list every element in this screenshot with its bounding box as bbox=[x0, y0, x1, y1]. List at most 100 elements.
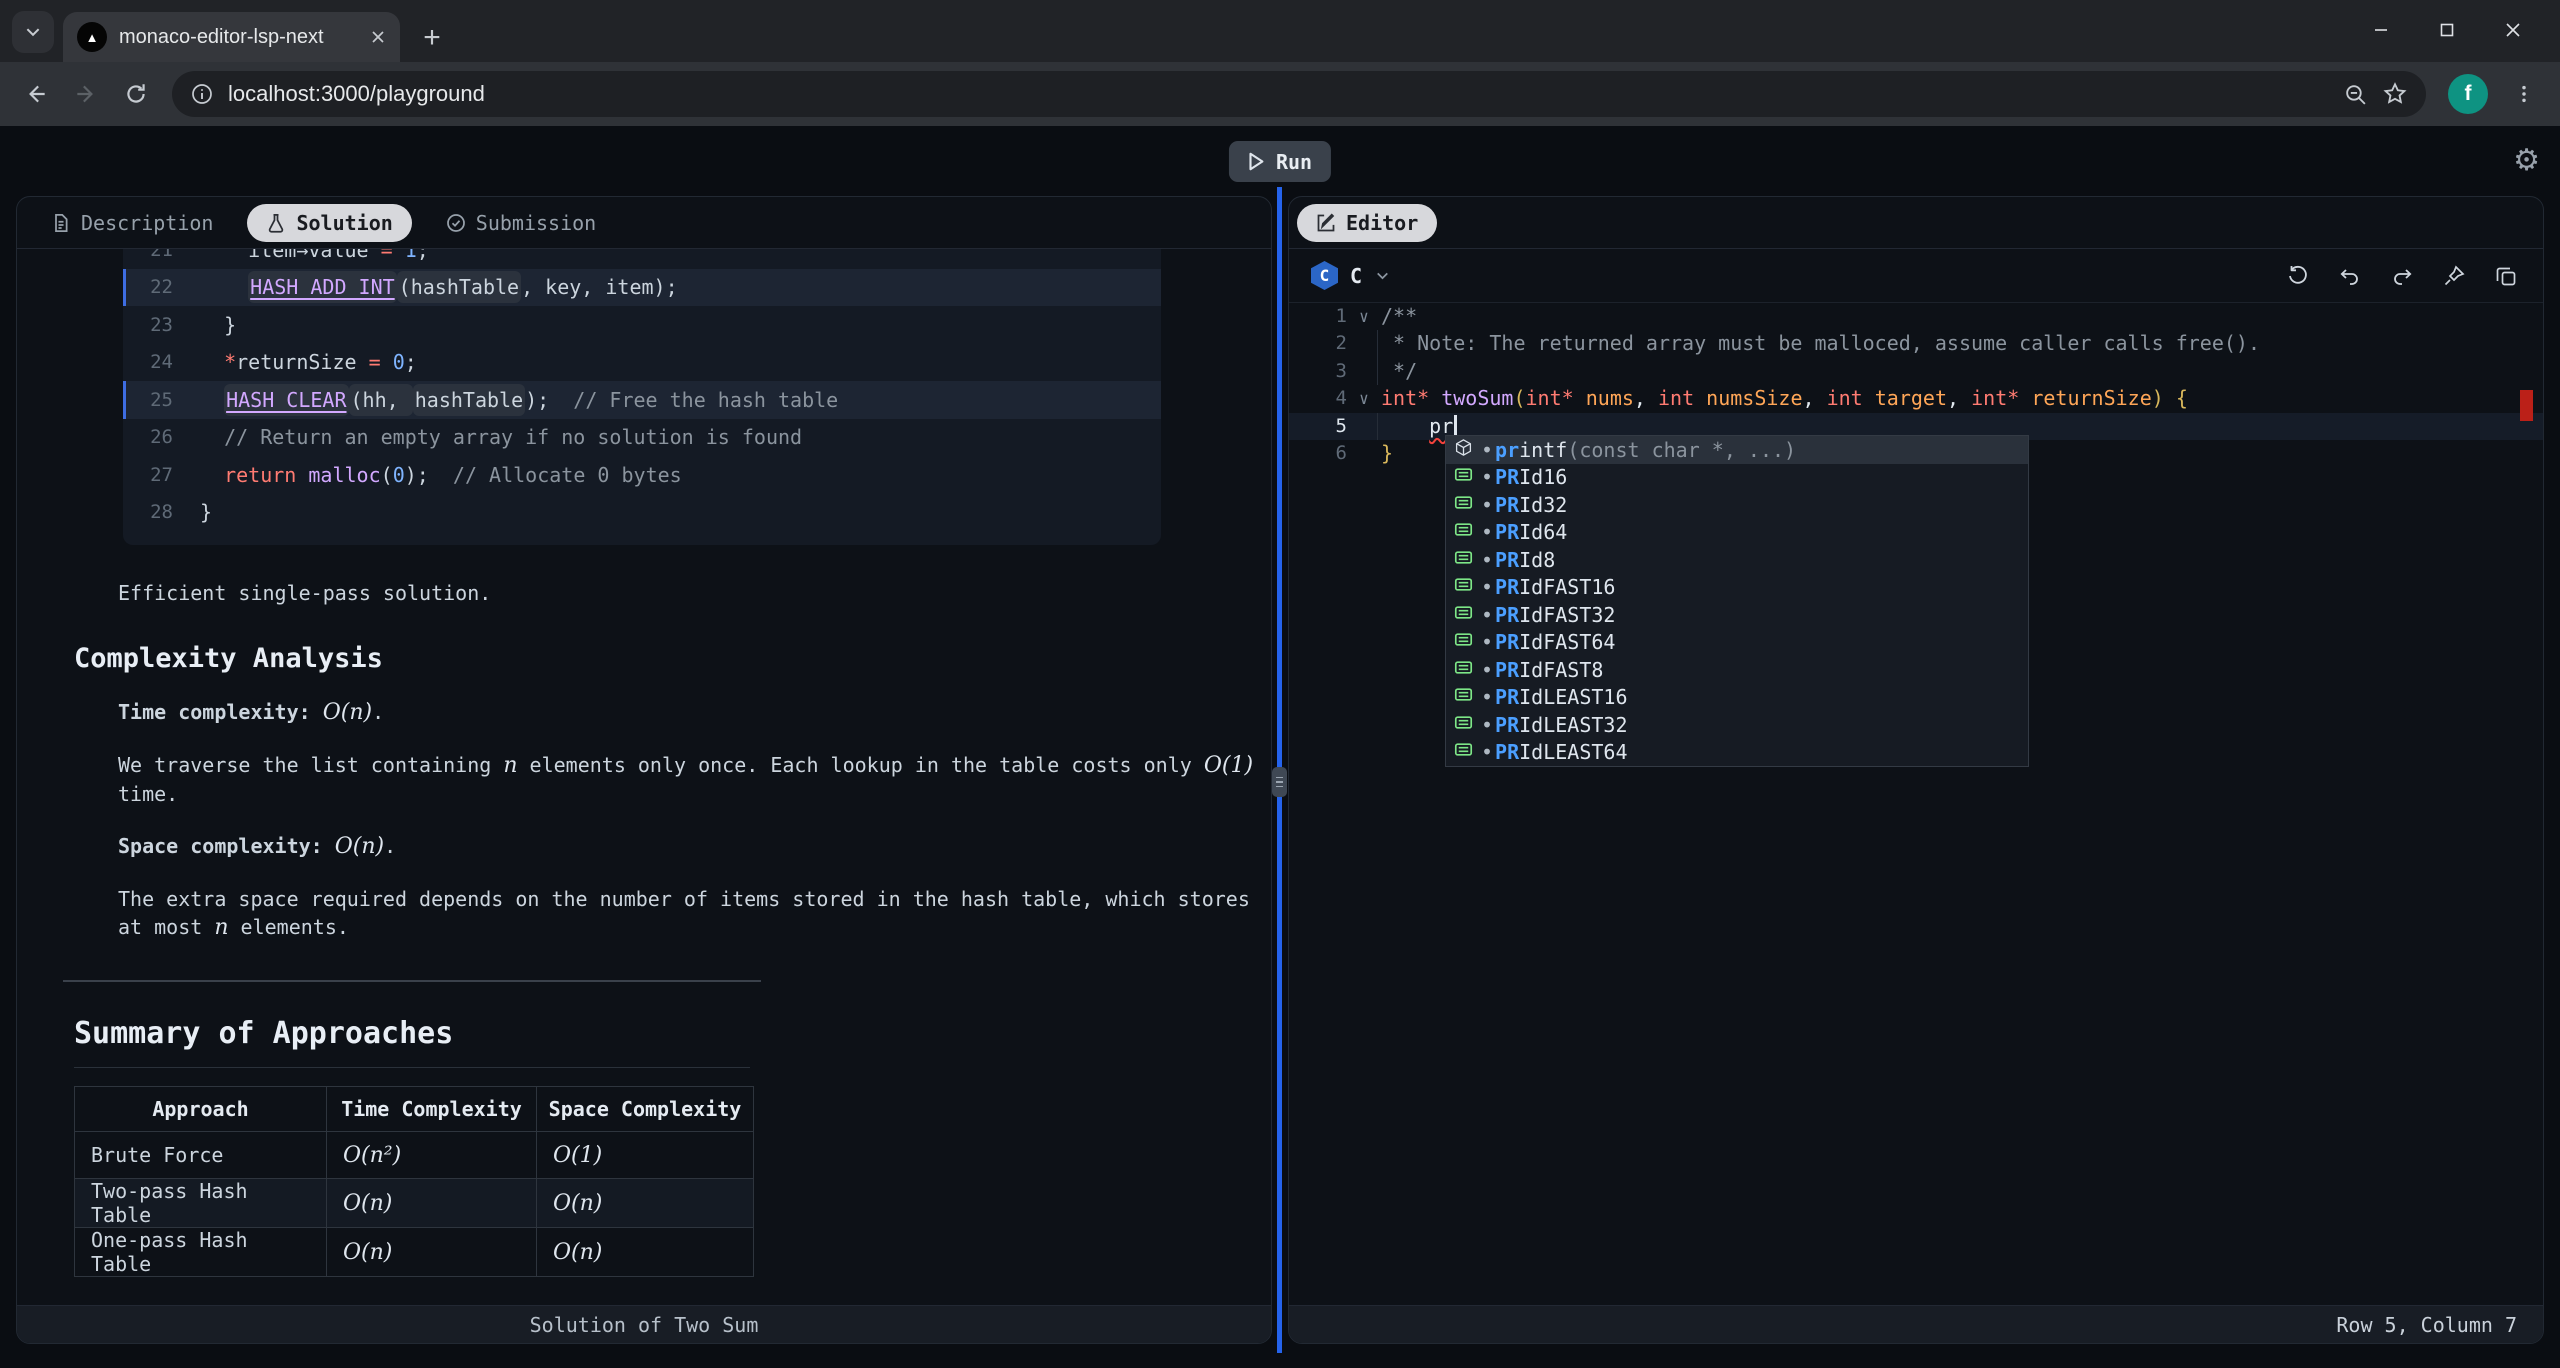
close-button[interactable] bbox=[2480, 6, 2546, 54]
suggestion-label: •PRId32 bbox=[1481, 493, 1567, 517]
error-ruler-marker bbox=[2520, 390, 2533, 421]
site-info-icon[interactable] bbox=[190, 82, 214, 106]
tab-submission[interactable]: Submission bbox=[442, 204, 600, 242]
zoom-out-icon[interactable] bbox=[2343, 82, 2368, 107]
reset-code-button[interactable] bbox=[2285, 263, 2311, 289]
panel-resize-divider[interactable] bbox=[1277, 187, 1282, 1353]
browser-tabstrip: ▲ monaco-editor-lsp-next + bbox=[0, 0, 2560, 62]
divider-rule bbox=[63, 980, 761, 982]
suggestion-label: •PRIdFAST64 bbox=[1481, 630, 1615, 654]
editor-line-number: 5 bbox=[1289, 413, 1347, 440]
suggestion-item[interactable]: •PRIdLEAST32 bbox=[1446, 711, 2028, 739]
url-text[interactable]: localhost:3000/playground bbox=[228, 81, 2329, 107]
forward-icon bbox=[73, 81, 99, 107]
suggestion-label: •PRIdFAST16 bbox=[1481, 575, 1615, 599]
suggestion-item[interactable]: •PRIdFAST8 bbox=[1446, 656, 2028, 684]
constant-icon bbox=[1454, 493, 1473, 517]
suggestion-item[interactable]: •PRIdLEAST16 bbox=[1446, 684, 2028, 712]
undo-button[interactable] bbox=[2337, 263, 2363, 289]
tab-search-button[interactable] bbox=[12, 11, 54, 53]
browser-tab[interactable]: ▲ monaco-editor-lsp-next bbox=[63, 12, 400, 62]
address-bar[interactable]: localhost:3000/playground bbox=[172, 71, 2426, 117]
suggestion-item[interactable]: •PRId32 bbox=[1446, 491, 2028, 519]
redo-button[interactable] bbox=[2389, 263, 2415, 289]
suggestion-item[interactable]: •PRIdFAST32 bbox=[1446, 601, 2028, 629]
copy-code-button[interactable] bbox=[2493, 263, 2519, 289]
document-icon bbox=[51, 213, 71, 233]
format-code-button[interactable] bbox=[2441, 263, 2467, 289]
tab-close-icon[interactable] bbox=[370, 29, 386, 45]
tab-description[interactable]: Description bbox=[47, 204, 217, 242]
summary-heading: Summary of Approaches bbox=[74, 1016, 750, 1068]
table-row: One-pass Hash TableO(n)O(n) bbox=[75, 1228, 754, 1277]
fold-chevron-icon: ∨ bbox=[1347, 385, 1381, 412]
tab-solution-label: Solution bbox=[296, 211, 392, 235]
suggestion-item[interactable]: •PRId8 bbox=[1446, 546, 2028, 574]
suggestion-item[interactable]: •printf(const char *, ...) bbox=[1446, 436, 2028, 464]
screen: { "browser": { "tab_title": "monaco-edit… bbox=[0, 0, 2560, 1368]
browser-menu-button[interactable] bbox=[2502, 72, 2546, 116]
line-number: 23 bbox=[126, 314, 173, 336]
constant-icon bbox=[1454, 575, 1473, 599]
profile-avatar[interactable]: f bbox=[2448, 74, 2488, 114]
suggestion-item[interactable]: •PRIdLEAST64 bbox=[1446, 739, 2028, 767]
back-button[interactable] bbox=[14, 72, 58, 116]
line-number: 26 bbox=[126, 426, 173, 448]
tab-solution[interactable]: Solution bbox=[247, 204, 411, 242]
new-tab-button[interactable]: + bbox=[412, 18, 452, 58]
constant-icon bbox=[1454, 740, 1473, 764]
table-cell: O(n²) bbox=[327, 1132, 537, 1179]
method-icon bbox=[1454, 438, 1473, 462]
table-header-cell: Space Complexity bbox=[537, 1087, 754, 1132]
tab-editor-label: Editor bbox=[1346, 211, 1418, 235]
fold-chevron-icon: ∨ bbox=[1347, 303, 1381, 330]
reload-icon bbox=[123, 81, 149, 107]
time-complexity-line: Time complexity: O(n). bbox=[118, 698, 1258, 727]
bookmark-star-icon[interactable] bbox=[2382, 81, 2408, 107]
check-circle-icon bbox=[446, 213, 466, 233]
resize-grip[interactable] bbox=[1272, 767, 1287, 797]
suggestion-item[interactable]: •PRIdFAST64 bbox=[1446, 629, 2028, 657]
run-toolbar: Run ⚙ bbox=[0, 126, 2560, 196]
tab-editor[interactable]: Editor bbox=[1297, 204, 1437, 242]
edit-pencil-icon bbox=[1316, 213, 1336, 233]
table-header-cell: Time Complexity bbox=[327, 1087, 537, 1132]
minimize-button[interactable] bbox=[2348, 6, 2414, 54]
reload-button[interactable] bbox=[114, 72, 158, 116]
monaco-editor[interactable]: 1∨/**2 * Note: The returned array must b… bbox=[1289, 303, 2543, 1305]
browser-toolbar: localhost:3000/playground f bbox=[0, 62, 2560, 126]
table-row: Brute ForceO(n²)O(1) bbox=[75, 1132, 754, 1179]
line-number: 25 bbox=[126, 389, 173, 411]
suggestion-item[interactable]: •PRId64 bbox=[1446, 519, 2028, 547]
back-icon bbox=[23, 81, 49, 107]
suggestion-label: •PRId8 bbox=[1481, 548, 1555, 572]
suggestion-item[interactable]: •PRId16 bbox=[1446, 464, 2028, 492]
editor-statusbar: Row 5, Column 7 bbox=[1289, 1305, 2543, 1343]
forward-button[interactable] bbox=[64, 72, 108, 116]
paragraph: We traverse the list containing n elemen… bbox=[118, 751, 1258, 808]
line-number: 22 bbox=[126, 276, 173, 298]
cursor-position: Row 5, Column 7 bbox=[2336, 1313, 2517, 1337]
editor-line: 3 */ bbox=[1289, 358, 2543, 385]
code-line: 24 *returnSize = 0; bbox=[123, 344, 1161, 382]
chevron-down-icon bbox=[24, 23, 42, 41]
language-chevron-icon[interactable] bbox=[1374, 267, 1391, 284]
constant-icon bbox=[1454, 685, 1473, 709]
split-panels: Description Solution Submission 21 item→… bbox=[0, 196, 2560, 1344]
indent-guide bbox=[1377, 330, 1378, 357]
indent-guide bbox=[1377, 413, 1378, 440]
tab-submission-label: Submission bbox=[476, 211, 596, 235]
undo-icon bbox=[2338, 264, 2362, 288]
solution-content[interactable]: 21 item→value = 1;22 HASH_ADD_INT(hashTa… bbox=[17, 249, 1271, 1305]
editor-line-number: 1 bbox=[1289, 303, 1347, 330]
run-button[interactable]: Run bbox=[1229, 141, 1331, 182]
settings-gear-icon[interactable]: ⚙ bbox=[2513, 143, 2540, 178]
maximize-button[interactable] bbox=[2414, 6, 2480, 54]
problem-tabs: Description Solution Submission bbox=[17, 197, 1271, 249]
table-cell: Two-pass Hash Table bbox=[75, 1179, 327, 1228]
suggestion-label: •PRIdLEAST32 bbox=[1481, 713, 1628, 737]
suggestion-item[interactable]: •PRIdFAST16 bbox=[1446, 574, 2028, 602]
editor-line: 1∨/** bbox=[1289, 303, 2543, 330]
editor-tabs: Editor bbox=[1289, 197, 2543, 249]
space-complexity-line: Space complexity: O(n). bbox=[118, 832, 1258, 861]
